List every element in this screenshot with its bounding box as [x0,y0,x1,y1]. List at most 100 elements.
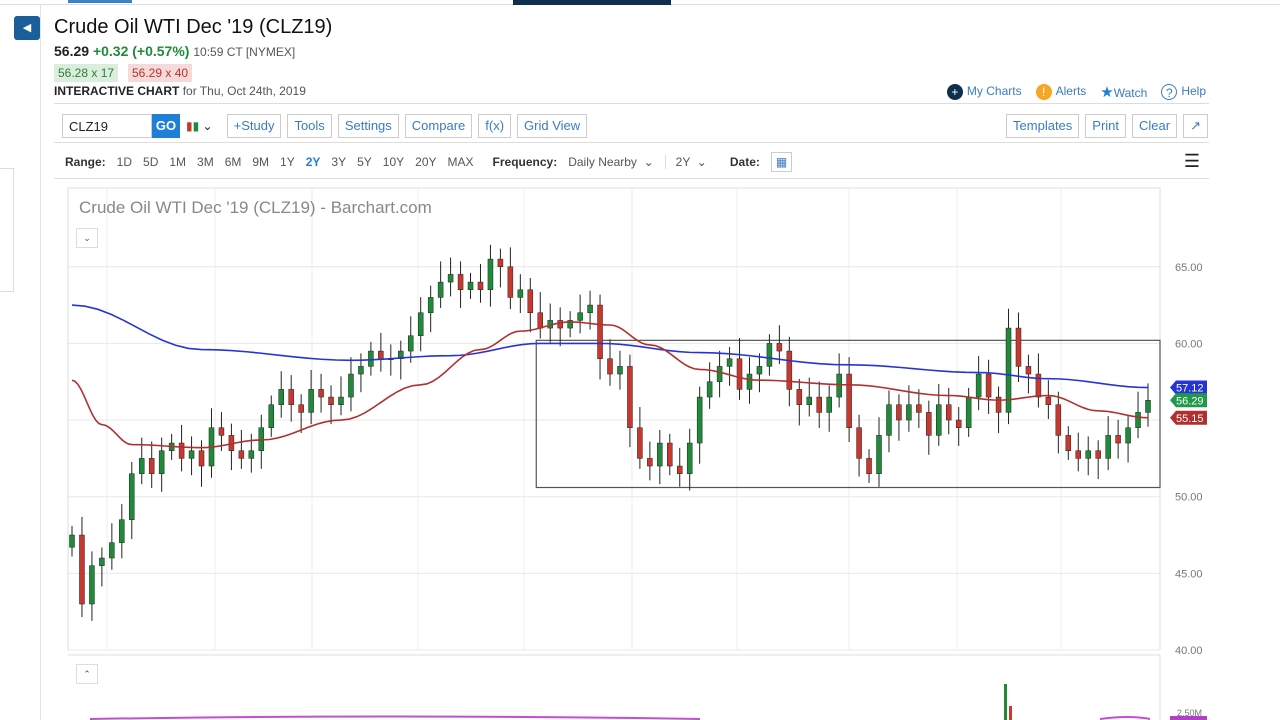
candle-up [1085,450,1091,459]
y-tick-label: 40.00 [1175,645,1203,657]
collapse-pane-button[interactable]: ⌄ [76,228,98,248]
candle-up [876,435,882,474]
candle-down [856,427,862,459]
candle-up [826,396,832,413]
candle-down [557,320,563,329]
candle-down [796,389,803,405]
candle-down [1115,435,1121,444]
candle-down [318,389,324,398]
candle-down [1095,450,1101,459]
candle-up [1135,412,1141,428]
candle-up [467,281,474,290]
candle-up [427,297,434,313]
candle-up [417,312,424,336]
candle-up [437,281,444,298]
ma-long-label: 57.12 [1176,383,1204,395]
candle-up [587,304,593,313]
candle-down [457,274,464,290]
candle-down [378,350,384,359]
candle-up [268,404,275,428]
candle-down [298,404,304,413]
candle-up [766,343,773,367]
volume-bar [1004,684,1007,720]
candle-up [89,565,95,605]
candle-up [407,335,414,352]
candle-up [348,373,354,398]
candle-down [916,404,922,413]
candle-down [926,412,932,436]
y-tick-label: 50.00 [1175,492,1203,504]
candle-down [637,427,643,459]
candle-down [238,450,245,459]
candle-up [487,258,494,290]
candle-up [686,442,693,474]
candle-down [736,358,743,390]
candle-down [288,389,294,405]
candle-down [776,343,783,352]
candle-up [706,381,713,398]
ma-short-label: 55.15 [1176,413,1204,425]
candle-down [527,289,534,313]
candle-up [308,389,314,413]
candle-up [696,396,703,444]
candle-down [79,534,85,605]
candle-down [985,373,992,398]
candle-up [746,373,753,390]
candle-down [497,258,504,267]
candle-down [178,442,185,459]
volume-average-tag [1170,716,1207,720]
candle-up [119,519,125,543]
candle-down [198,450,205,467]
candle-down [1045,396,1052,405]
candle-up [617,366,623,375]
candle-down [597,304,603,359]
candle-down [607,358,613,375]
candle-up [1125,427,1131,444]
candle-up [726,358,733,367]
candle-down [477,281,484,290]
candle-down [955,419,962,428]
y-tick-label: 60.00 [1175,338,1203,350]
candle-up [368,350,374,367]
candle-down [507,266,514,298]
candle-down [786,350,793,390]
candle-down [945,404,952,421]
candle-down [667,442,673,467]
plot-area [67,187,1161,651]
candle-down [148,458,155,474]
candle-up [716,366,723,382]
candle-up [109,542,115,559]
candle-down [1055,404,1062,436]
candle-down [537,312,544,329]
y-tick-label: 65.00 [1175,262,1203,274]
candle-up [886,404,892,436]
candle-up [188,450,195,459]
candle-up [577,312,583,321]
expand-volume-button[interactable]: ⌃ [76,664,98,684]
candle-up [1105,435,1111,459]
candle-up [69,534,75,548]
candle-down [1025,366,1032,375]
candle-up [1145,400,1151,413]
y-tick-label: 45.00 [1175,568,1203,580]
candle-down [627,366,633,428]
candle-up [158,450,165,474]
candle-up [975,373,982,398]
candle-up [338,396,344,405]
price-chart[interactable]: 65.00 60.00 50.00 45.00 40.00 57.12 55.15 56.29… [0,0,1280,720]
candle-down [896,404,902,421]
candle-up [129,473,135,520]
candle-up [965,396,972,428]
candle-down [846,373,852,428]
candle-down [218,427,225,436]
candle-up [806,396,813,405]
chart-title: Crude Oil WTI Dec '19 (CLZ19) - Barchart… [79,198,432,217]
candle-up [756,366,763,375]
volume-average-line [89,715,1151,720]
candle-up [248,450,255,459]
candle-up [99,557,105,566]
volume-bar [1009,706,1012,720]
candle-up [447,274,454,283]
candle-down [676,465,683,474]
candle-down [328,396,334,405]
